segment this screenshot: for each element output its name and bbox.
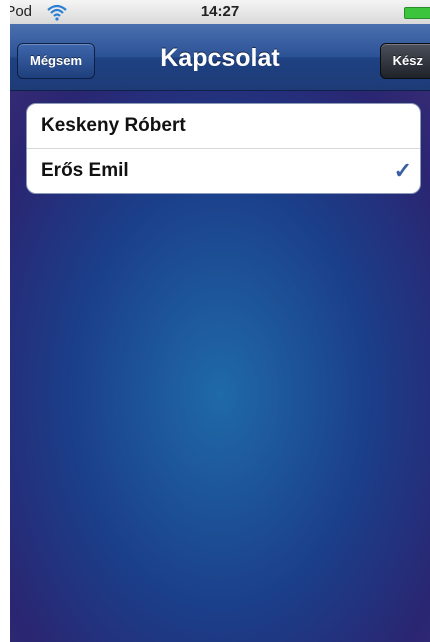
- status-bar: iPod 14:27: [10, 0, 430, 24]
- contact-name: Keskeny Róbert: [41, 115, 186, 136]
- page-title: Kapcsolat: [160, 44, 280, 72]
- contact-name: Erős Emil: [41, 160, 129, 181]
- checkmark-icon: ✓: [393, 158, 412, 183]
- done-button[interactable]: Kész: [379, 43, 430, 79]
- navigation-bar: Mégsem Kapcsolat Kész: [10, 24, 430, 91]
- battery-icon: [404, 7, 430, 19]
- content-area: Keskeny Róbert Erős Emil ✓: [10, 91, 430, 642]
- contact-list: Keskeny Róbert Erős Emil ✓: [26, 103, 421, 194]
- list-item-eros-emil[interactable]: Erős Emil ✓: [27, 148, 420, 193]
- status-time: 14:27: [200, 3, 240, 20]
- phone-screen: iPod 14:27 Mégsem Kapcsolat Kész Keskeny…: [10, 0, 430, 642]
- list-item-keskeny-robert[interactable]: Keskeny Róbert: [27, 104, 420, 148]
